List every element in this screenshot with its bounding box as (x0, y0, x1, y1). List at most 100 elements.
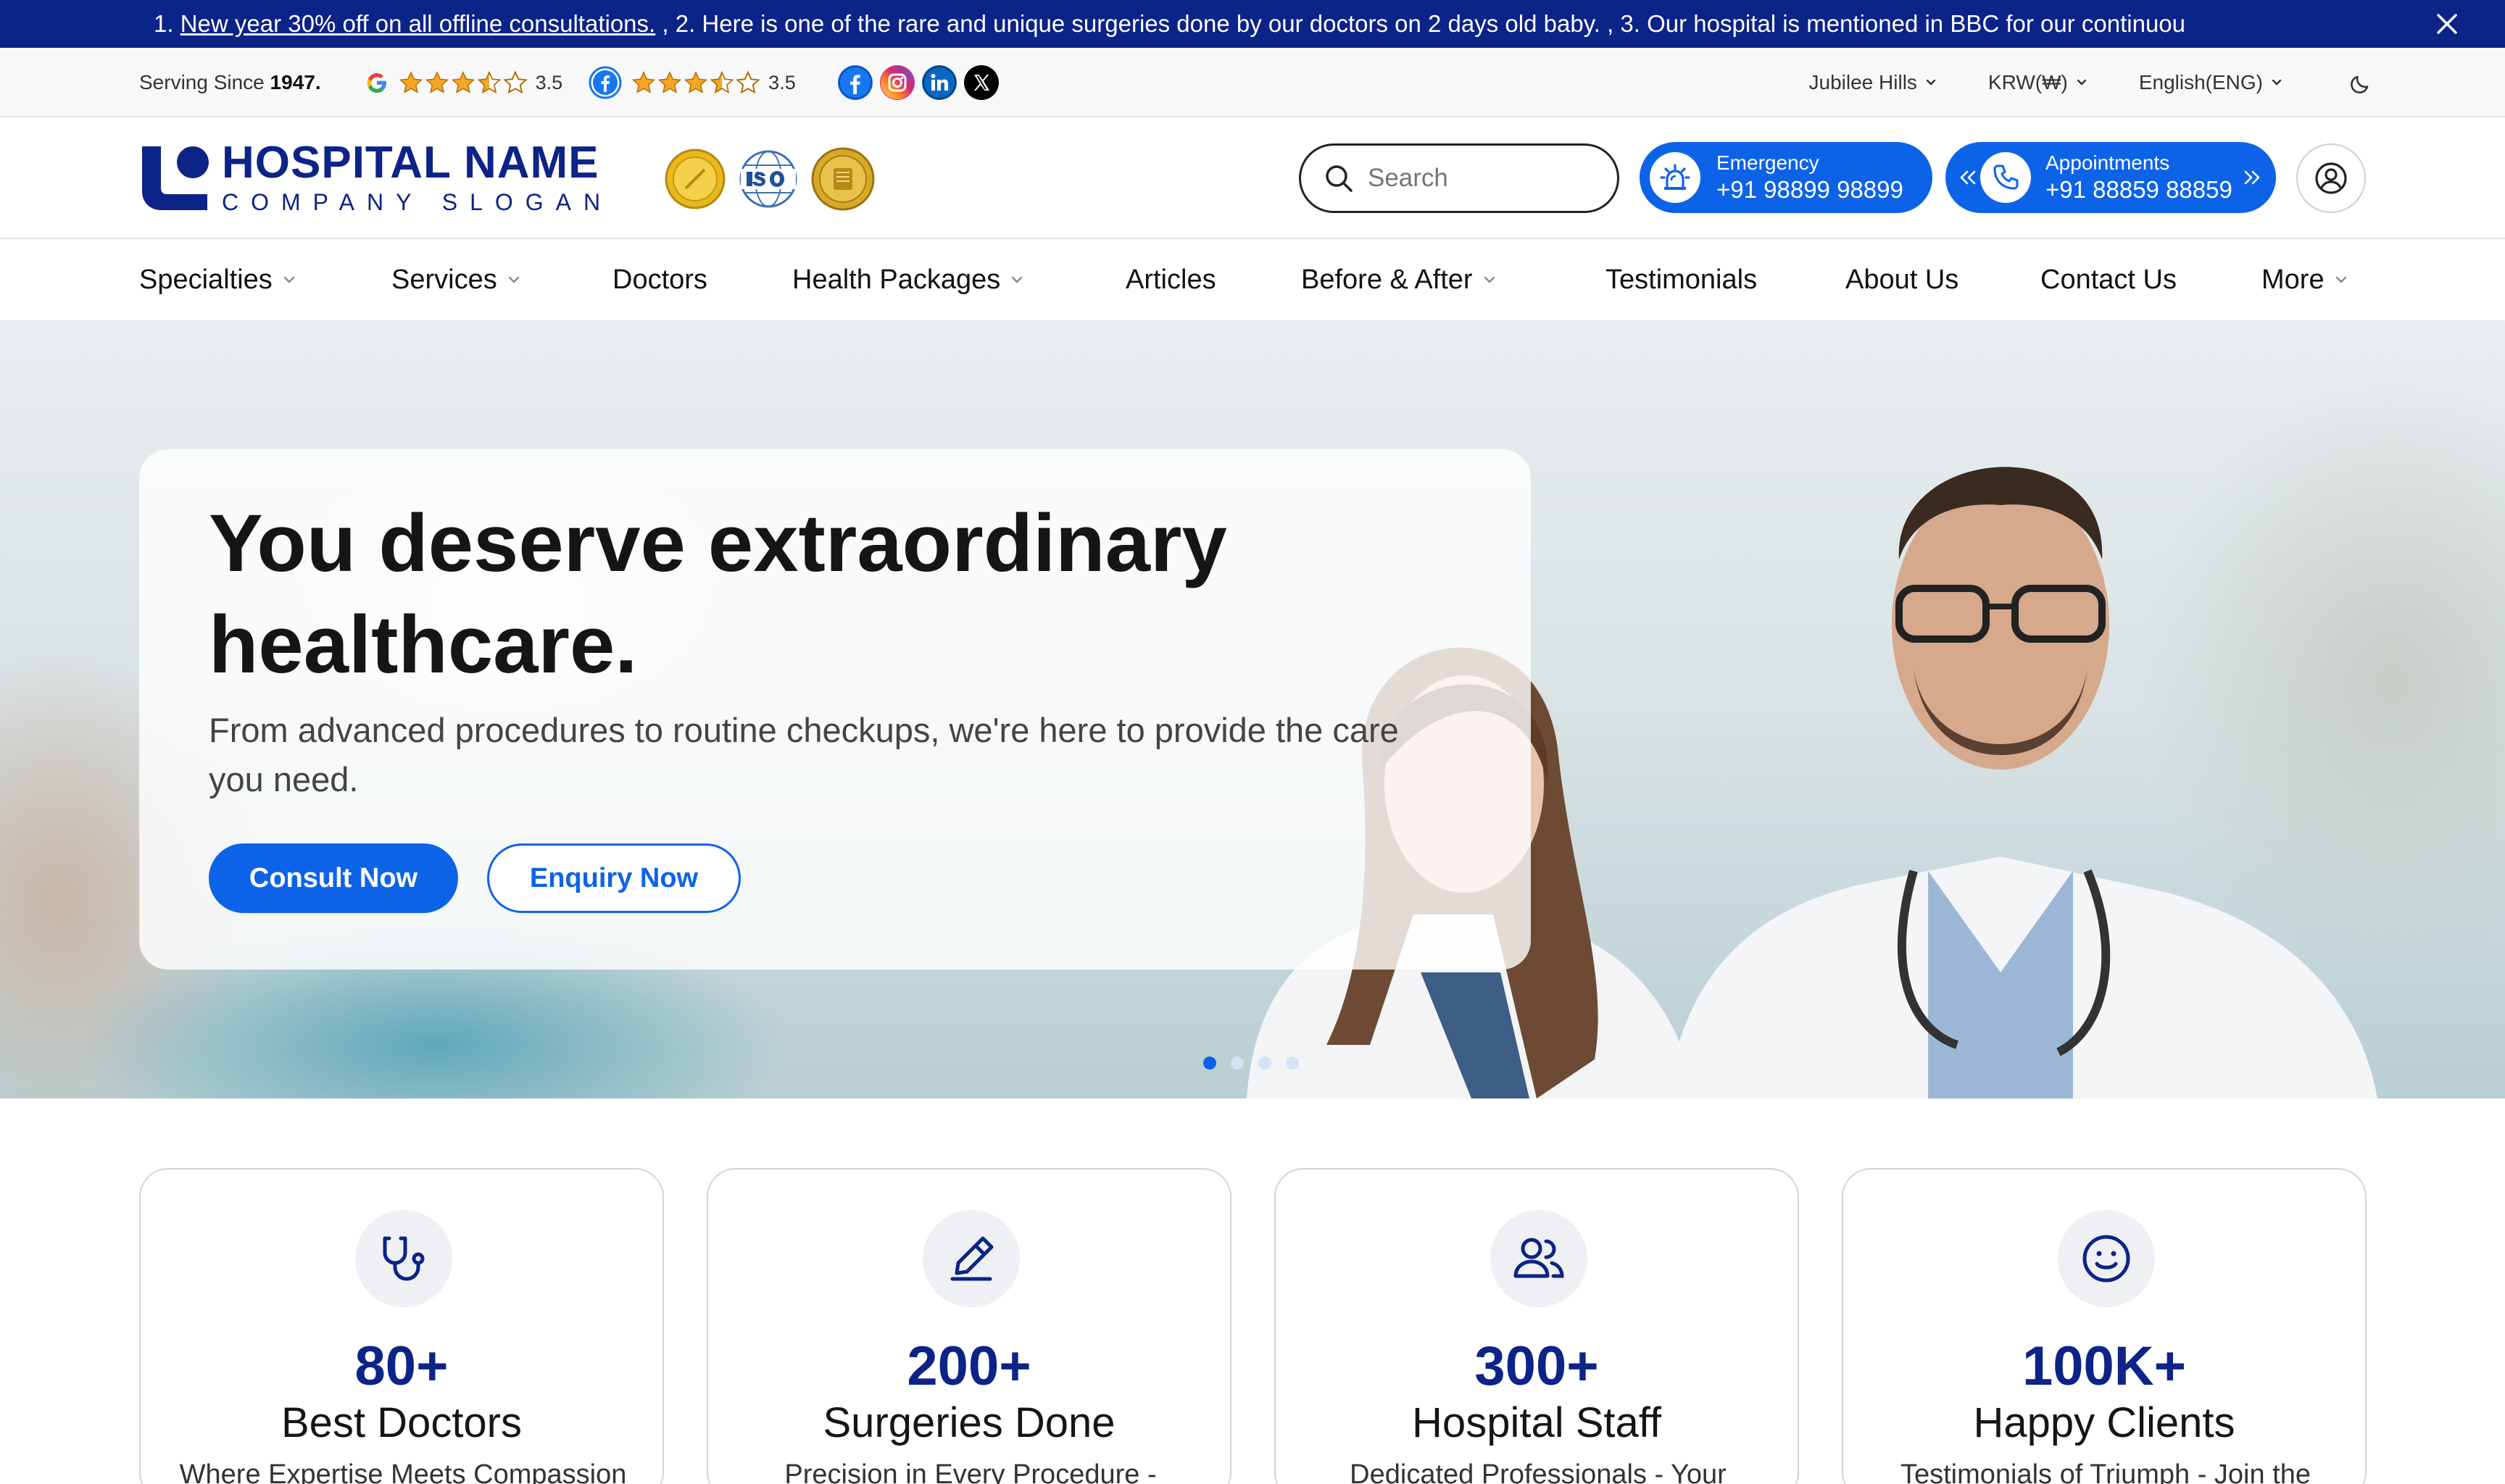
carousel-dot[interactable] (1286, 1056, 1299, 1070)
facebook-stars (631, 70, 761, 95)
stat-value: 200+ (907, 1335, 1031, 1397)
star-full-icon (684, 71, 708, 93)
chevron-down-icon (508, 276, 519, 283)
appointments-call-button[interactable]: Appointments +91 88859 88859 (1945, 142, 2276, 213)
google-rating-value: 3.5 (535, 71, 563, 93)
utility-right: Jubilee Hills KRW(₩) English(ENG) (1758, 48, 2375, 117)
stat-card-staff: 300+ Hospital Staff Dedicated Profession… (1274, 1168, 1799, 1484)
stat-description: Precision in Every Procedure - (784, 1459, 1157, 1484)
staff-icon (1490, 1210, 1587, 1307)
star-full-icon (658, 71, 682, 93)
nav-articles[interactable]: Articles (1126, 239, 1216, 320)
search-box[interactable] (1299, 143, 1619, 213)
star-full-icon (425, 71, 449, 93)
scalpel-icon (923, 1210, 1020, 1307)
star-full-icon (399, 71, 423, 93)
appointments-number: +91 88859 88859 (2045, 176, 2232, 203)
stat-description: Where Expertise Meets Compassion (179, 1459, 627, 1484)
appointments-label: Appointments (2045, 151, 2170, 174)
google-rating[interactable]: 3.5 (365, 70, 563, 95)
hero-card: You deserve extraordinary healthcare. Fr… (139, 449, 1531, 970)
nav-health-packages[interactable]: Health Packages (792, 239, 1025, 320)
stat-card-surgeries: 200+ Surgeries Done Precision in Every P… (707, 1168, 1231, 1484)
utility-left: Serving Since 1947. 3.5 3.5 (139, 48, 1006, 117)
chevron-down-icon (1012, 276, 1023, 283)
nav-contact-us[interactable]: Contact Us (2040, 239, 2177, 320)
enquiry-now-button[interactable]: Enquiry Now (487, 843, 741, 913)
star-full-icon (451, 71, 475, 93)
chevron-down-icon (2077, 79, 2087, 86)
chevron-down-icon (2335, 276, 2346, 283)
stat-value: 80+ (354, 1335, 449, 1397)
hero-subtitle: From advanced procedures to routine chec… (209, 711, 1399, 799)
stat-value: 100K+ (2022, 1335, 2187, 1397)
serving-year: 1947. (270, 71, 321, 93)
chevrons-right-icon (2243, 167, 2263, 188)
google-icon (365, 70, 389, 95)
chevron-down-icon (1926, 79, 1936, 86)
logo-mark-icon (139, 142, 210, 213)
star-empty-icon (502, 70, 528, 94)
iso-badge-icon (735, 148, 802, 210)
dark-mode-moon-icon[interactable] (2348, 70, 2375, 96)
facebook-rating[interactable]: 3.5 (589, 66, 796, 99)
announcement-offer-link[interactable]: New year 30% off on all offline consulta… (180, 10, 656, 37)
location-dropdown[interactable]: Jubilee Hills (1809, 71, 1937, 94)
announcement-prefix: 1. (154, 10, 180, 37)
phone-icon (1980, 152, 2031, 203)
carousel-dot[interactable] (1258, 1056, 1271, 1070)
stat-label: Best Doctors (281, 1399, 522, 1446)
chevron-down-icon (283, 276, 294, 283)
emergency-text: Emergency +91 98899 98899 (1716, 151, 1903, 204)
star-full-icon (632, 71, 656, 93)
stat-description: Dedicated Professionals - Your (1350, 1459, 1727, 1484)
carousel-dots (1203, 1056, 1313, 1070)
appointments-text: Appointments +91 88859 88859 (2045, 151, 2232, 204)
nav-specialties[interactable]: Specialties (139, 239, 297, 320)
search-input[interactable] (1368, 164, 1585, 193)
logo-name: HOSPITAL NAME (222, 138, 599, 188)
nav-about-us[interactable]: About Us (1845, 239, 1958, 320)
consult-now-button[interactable]: Consult Now (209, 843, 458, 913)
announcement-track: 1. New year 30% off on all offline consu… (154, 10, 2418, 38)
facebook-rating-value: 3.5 (768, 71, 796, 93)
language-dropdown[interactable]: English(ENG) (2139, 71, 2283, 94)
nav-doctors[interactable]: Doctors (612, 239, 707, 320)
nav-testimonials[interactable]: Testimonials (1605, 239, 1757, 320)
hero-title: You deserve extraordinary healthcare. (209, 498, 1227, 690)
facebook-icon[interactable] (837, 65, 873, 100)
chevrons-left-icon (1957, 167, 1977, 188)
logo-text: HOSPITAL NAME COMPANY SLOGAN (222, 138, 613, 215)
instagram-icon[interactable] (879, 65, 915, 100)
currency-dropdown[interactable]: KRW(₩) (1988, 71, 2088, 94)
stethoscope-icon (355, 1210, 452, 1307)
linkedin-icon[interactable] (921, 65, 957, 100)
emergency-number: +91 98899 98899 (1716, 176, 1903, 203)
siren-icon (1650, 152, 1700, 203)
close-icon[interactable] (2433, 9, 2462, 38)
nav-more[interactable]: More (2261, 239, 2349, 320)
carousel-dot[interactable] (1203, 1056, 1216, 1070)
chevron-down-icon (2272, 79, 2282, 86)
user-icon (2313, 160, 2349, 196)
google-stars (398, 70, 528, 95)
logo-slogan: COMPANY SLOGAN (222, 189, 613, 215)
hero-banner: You deserve extraordinary healthcare. Fr… (0, 320, 2505, 1099)
language-value: English(ENG) (2138, 71, 2263, 93)
main-nav: Specialties Services Doctors Health Pack… (0, 239, 2505, 320)
announcement-rest: , 2. Here is one of the rare and unique … (655, 10, 2186, 37)
emergency-call-button[interactable]: Emergency +91 98899 98899 (1640, 142, 1932, 213)
x-twitter-icon[interactable] (963, 65, 999, 100)
stat-label: Hospital Staff (1412, 1399, 1661, 1446)
gold-seal-badge-icon (664, 148, 726, 210)
carousel-dot[interactable] (1231, 1056, 1244, 1070)
nav-before-after[interactable]: Before & After (1301, 239, 1497, 320)
facebook-icon (589, 66, 622, 99)
site-logo[interactable]: HOSPITAL NAME COMPANY SLOGAN (139, 141, 612, 214)
stats-section: 80+ Best Doctors Where Expertise Meets C… (139, 1168, 2367, 1484)
site-header: HOSPITAL NAME COMPANY SLOGAN Emergency +… (0, 117, 2505, 239)
nav-services[interactable]: Services (391, 239, 522, 320)
currency-value: KRW(₩) (1987, 71, 2068, 93)
stat-value: 300+ (1474, 1335, 1599, 1397)
account-button[interactable] (2296, 143, 2366, 213)
